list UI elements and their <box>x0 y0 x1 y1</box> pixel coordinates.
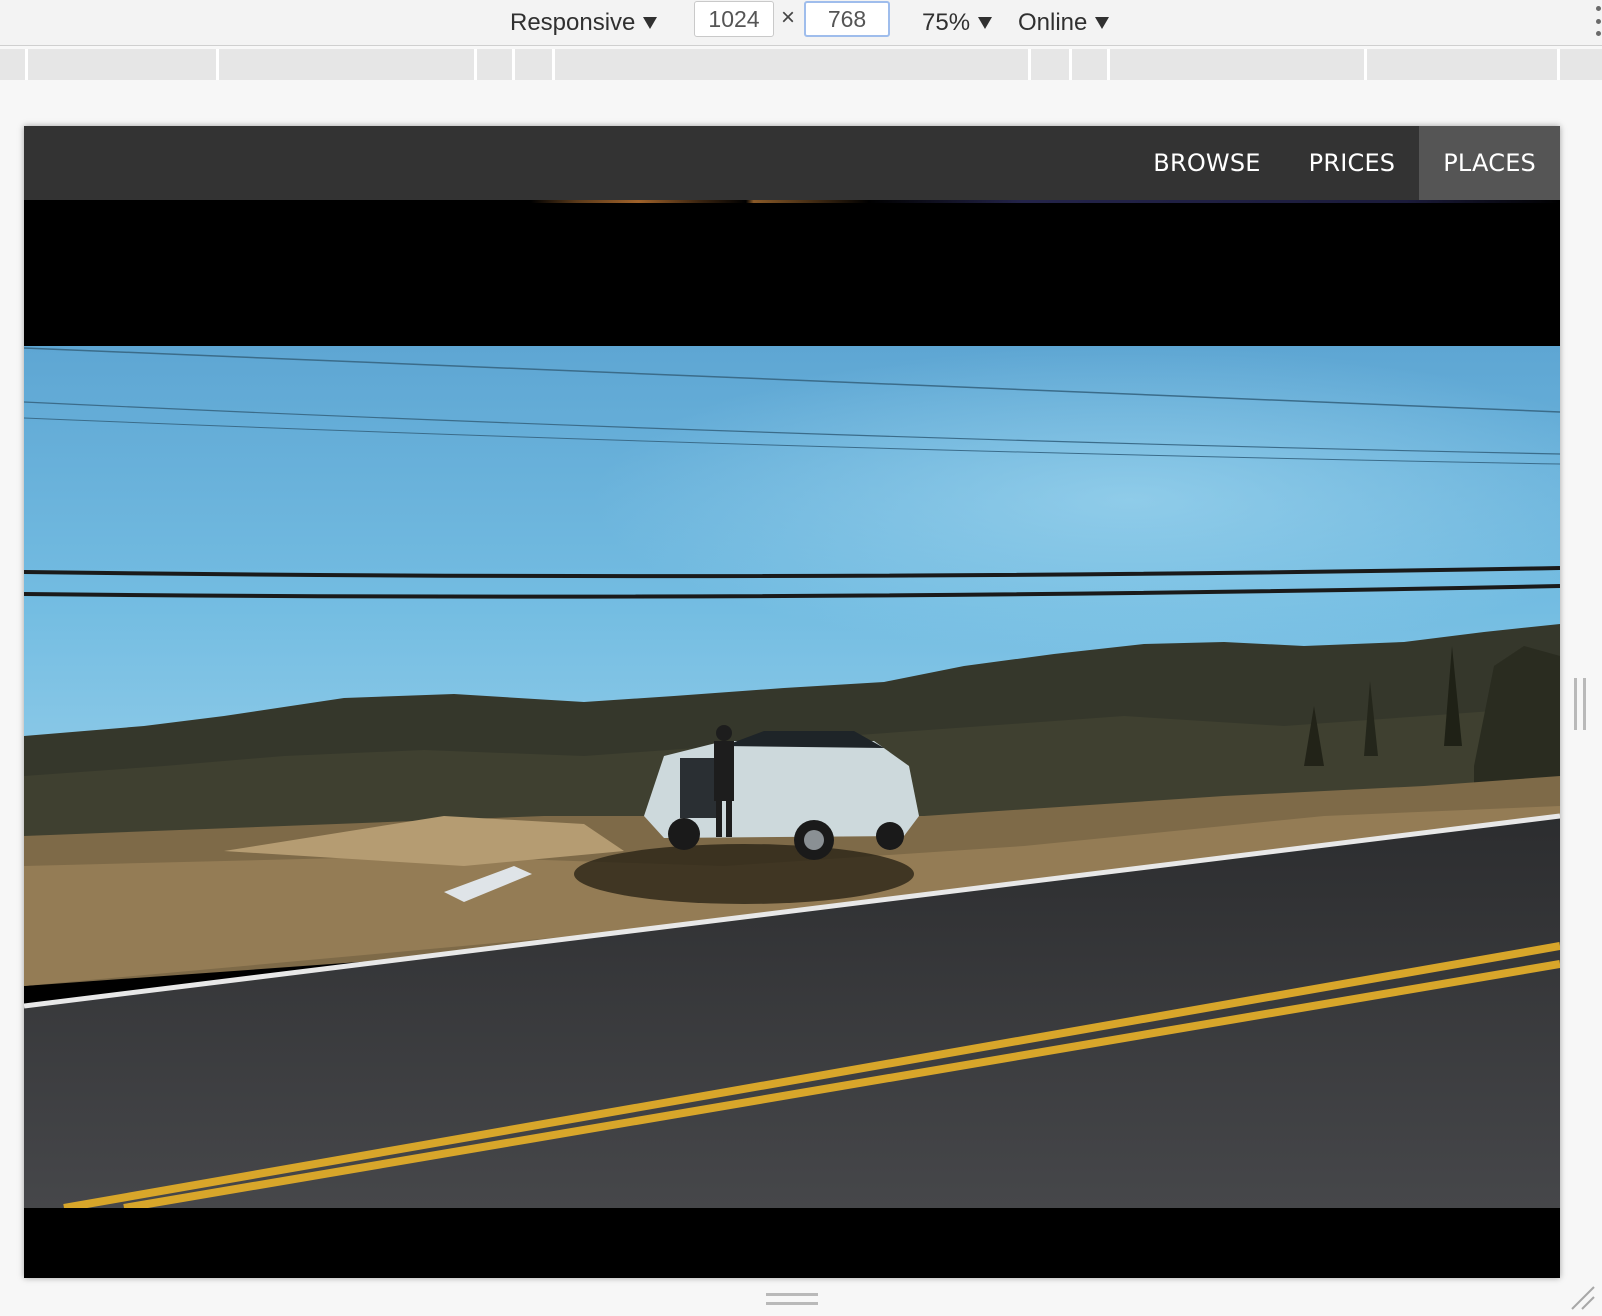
chevron-down-icon <box>978 16 993 29</box>
letterbox-bottom <box>24 1208 1560 1278</box>
ruler-divider <box>25 49 28 80</box>
more-options-icon[interactable] <box>1594 6 1602 36</box>
ruler-divider <box>512 49 515 80</box>
ruler-divider <box>552 49 555 80</box>
ruler-divider <box>1364 49 1367 80</box>
device-select-label: Responsive <box>510 8 636 36</box>
road-scene-image <box>24 346 1560 1208</box>
chevron-down-icon <box>1095 16 1110 29</box>
throttle-select[interactable]: Online <box>1018 0 1110 45</box>
site-navbar: BROWSE PRICES PLACES <box>24 126 1560 200</box>
emulated-viewport: BROWSE PRICES PLACES <box>24 126 1560 1278</box>
media-query-ruler[interactable] <box>0 49 1602 80</box>
hero-video[interactable] <box>24 346 1560 1208</box>
height-input[interactable] <box>804 1 890 37</box>
device-select[interactable]: Responsive <box>510 0 658 45</box>
nav-browse[interactable]: BROWSE <box>1129 126 1284 200</box>
throttle-select-label: Online <box>1018 8 1088 36</box>
ruler-divider <box>1557 49 1560 80</box>
ruler-divider <box>474 49 477 80</box>
device-toolbar: Responsive × 75% Online <box>0 0 1602 46</box>
zoom-select-label: 75% <box>922 8 971 36</box>
zoom-select[interactable]: 75% <box>922 0 993 45</box>
ruler-divider <box>1069 49 1072 80</box>
ruler-divider <box>216 49 219 80</box>
nav-places[interactable]: PLACES <box>1419 126 1560 200</box>
ruler-divider <box>1107 49 1110 80</box>
resize-handle-right[interactable] <box>1574 678 1586 730</box>
resize-corner-icon[interactable] <box>1568 1283 1596 1311</box>
hero-image-edge <box>24 200 1560 203</box>
ruler-divider <box>1028 49 1031 80</box>
times-icon: × <box>781 4 796 31</box>
nav-prices[interactable]: PRICES <box>1285 126 1420 200</box>
chevron-down-icon <box>643 16 658 29</box>
width-input[interactable] <box>694 1 774 37</box>
resize-handle-bottom[interactable] <box>766 1293 818 1305</box>
